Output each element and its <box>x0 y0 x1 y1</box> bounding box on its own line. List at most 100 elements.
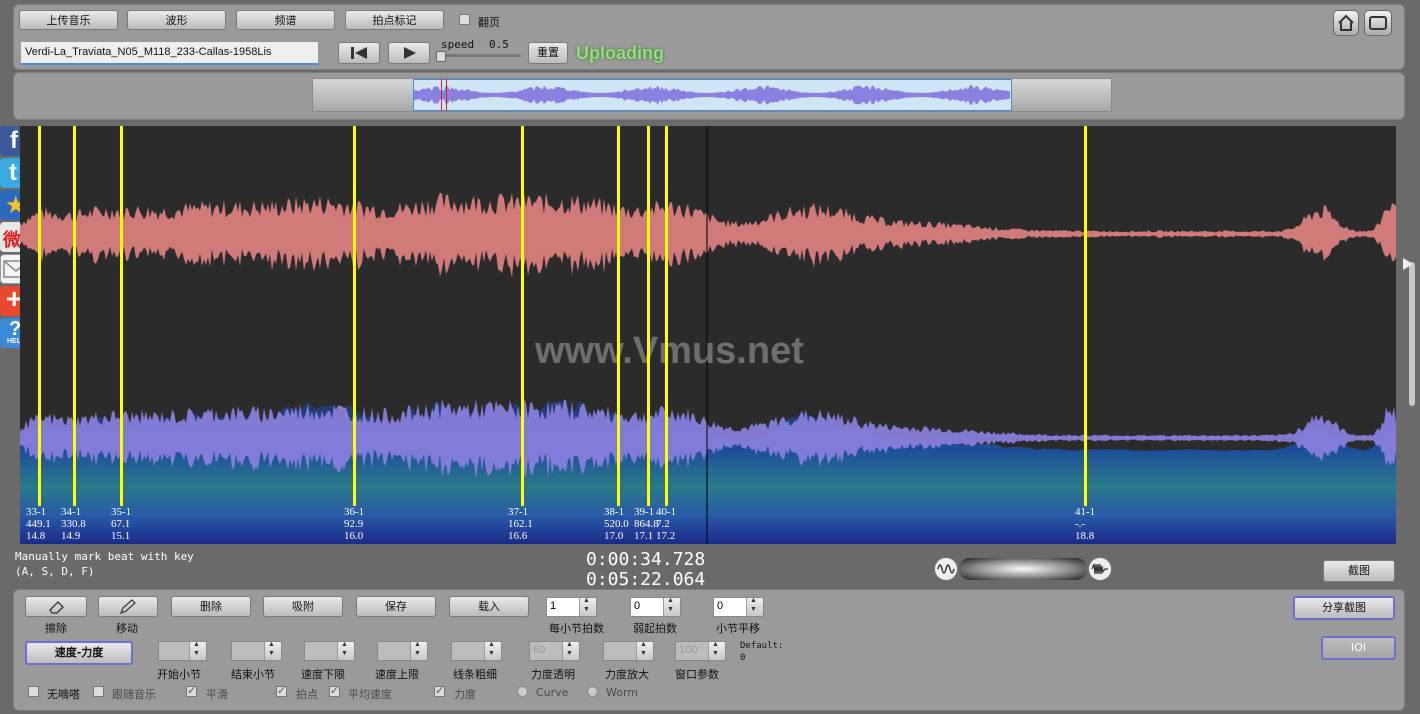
main-display[interactable]: www.Vmus.net <box>20 126 1396 544</box>
smooth-label: 平滑 <box>206 688 228 701</box>
beat-line[interactable] <box>521 126 524 506</box>
beat-label: 33-1 449.1 14.8 <box>26 506 51 542</box>
speed-value: 0.5 <box>489 38 509 51</box>
worm-radio[interactable] <box>587 686 598 697</box>
beat-label: 拍点 <box>296 688 318 701</box>
page-flip-label: 翻页 <box>478 16 500 29</box>
tempo-min-label: 速度下限 <box>301 668 345 681</box>
load-button[interactable]: 载入 <box>449 596 529 617</box>
pen-icon <box>119 599 136 615</box>
zoom-slider[interactable] <box>959 558 1087 580</box>
dynamics-alpha-label: 力度透明 <box>531 668 575 681</box>
speed-slider-thumb[interactable] <box>436 51 446 62</box>
zoom-out-wave-icon[interactable] <box>934 557 958 581</box>
window-icon[interactable] <box>1364 10 1392 36</box>
curve-radio[interactable] <box>517 686 528 697</box>
overview-viewport[interactable] <box>413 79 1012 111</box>
no-click-label: 无嘀嗒 <box>47 688 80 701</box>
beat-line[interactable] <box>120 126 123 506</box>
spectrum-button[interactable]: 频谱 <box>236 10 335 30</box>
page-flip-checkbox[interactable] <box>459 14 470 25</box>
line-width-label: 线条粗细 <box>453 668 497 681</box>
dynamics-checkbox[interactable] <box>434 684 445 697</box>
smooth-checkbox[interactable] <box>186 684 197 697</box>
beat-label: 35-1 67.1 15.1 <box>111 506 132 542</box>
no-click-checkbox[interactable] <box>28 686 39 697</box>
tempo-max-label: 速度上限 <box>375 668 419 681</box>
dynamics-label: 力度 <box>454 688 476 701</box>
hint-line2: (A, S, D, F) <box>15 565 95 578</box>
watermark: www.Vmus.net <box>535 330 804 372</box>
beat-line[interactable] <box>73 126 76 506</box>
play-icon <box>404 47 416 59</box>
dynamics-zoom-label: 力度放大 <box>605 668 649 681</box>
tempo-min-stepper[interactable] <box>304 641 355 661</box>
hint-line1: Manually mark beat with key <box>15 550 194 563</box>
beat-line[interactable] <box>38 126 41 506</box>
start-bar-stepper[interactable] <box>158 641 207 661</box>
line-width-stepper[interactable] <box>451 641 502 661</box>
move-label: 移动 <box>116 622 138 635</box>
file-name-text: Verdi-La_Traviata_N05_M118_233-Callas-19… <box>25 46 272 58</box>
beat-line[interactable] <box>647 126 650 506</box>
window-param-label: 窗口参数 <box>675 668 719 681</box>
beats-per-bar-label: 每小节拍数 <box>549 622 604 635</box>
beat-line[interactable] <box>353 126 356 506</box>
home-icon[interactable] <box>1333 10 1359 36</box>
end-bar-stepper[interactable] <box>231 641 282 661</box>
waveform-button[interactable]: 波形 <box>127 10 226 30</box>
ioi-button[interactable]: IOI <box>1321 636 1396 660</box>
share-screenshot-button[interactable]: 分享截图 <box>1293 596 1395 620</box>
beat-label: 36-1 92.9 16.0 <box>344 506 365 542</box>
current-time: 0:00:34.728 <box>586 549 706 570</box>
window-param-stepper[interactable]: 100 <box>675 641 726 661</box>
curve-radio-label: Curve <box>536 686 569 699</box>
dynamics-alpha-stepper[interactable]: 50 <box>529 641 580 661</box>
delete-button[interactable]: 删除 <box>171 596 251 617</box>
upload-music-button[interactable]: 上传音乐 <box>19 10 118 30</box>
play-button[interactable] <box>388 42 430 64</box>
default-label: Default: <box>740 641 784 651</box>
vertical-scrollbar[interactable] <box>1409 262 1415 406</box>
total-time: 0:05:22.064 <box>586 569 706 590</box>
snap-button[interactable]: 吸附 <box>263 596 343 617</box>
pickup-stepper[interactable]: 0 <box>630 597 681 617</box>
erase-button[interactable] <box>25 596 87 617</box>
beat-checkbox[interactable] <box>276 684 287 697</box>
beat-line[interactable] <box>617 126 620 506</box>
overview-waveform <box>414 85 1010 105</box>
end-bar-label: 结束小节 <box>231 668 275 681</box>
beat-mark-button[interactable]: 拍点标记 <box>345 10 444 30</box>
scroll-arrow-icon[interactable] <box>1403 258 1413 270</box>
beat-label: 34-1 330.8 14.9 <box>61 506 86 542</box>
screenshot-button[interactable]: 截图 <box>1323 560 1395 582</box>
skip-to-start-button[interactable] <box>338 42 380 64</box>
speed-slider[interactable] <box>439 54 521 57</box>
beat-label: 41-1 -.- 18.8 <box>1075 506 1096 542</box>
dynamics-zoom-stepper[interactable] <box>603 641 654 661</box>
beat-line[interactable] <box>665 126 668 506</box>
worm-radio-label: Worm <box>606 686 639 699</box>
beats-per-bar-stepper[interactable]: 1 <box>546 597 597 617</box>
save-button[interactable]: 保存 <box>356 596 436 617</box>
erase-label: 擦除 <box>45 622 67 635</box>
zoom-in-wave-icon[interactable] <box>1088 557 1112 581</box>
speed-label: speed <box>441 38 475 51</box>
move-button[interactable] <box>98 596 158 617</box>
avg-tempo-checkbox[interactable] <box>329 684 340 697</box>
tempo-max-stepper[interactable] <box>377 641 428 661</box>
beat-label: 37-1 162.1 16.6 <box>508 506 533 542</box>
bar-shift-label: 小节平移 <box>716 622 760 635</box>
beat-label: 40-1 7.2 17.2 <box>656 506 677 542</box>
avg-tempo-label: 平均速度 <box>348 688 392 701</box>
tempo-dynamics-mode-button[interactable]: 速度-力度 <box>25 641 133 665</box>
file-name-field[interactable]: Verdi-La_Traviata_N05_M118_233-Callas-19… <box>20 41 319 65</box>
beat-line[interactable] <box>1084 126 1087 506</box>
beat-label: 38-1 520.0 17.0 <box>604 506 629 542</box>
skip-back-icon <box>351 47 367 59</box>
overview-playhead[interactable] <box>441 79 447 111</box>
pickup-label: 弱起拍数 <box>633 622 677 635</box>
bar-shift-stepper[interactable]: 0 <box>713 597 764 617</box>
reset-button[interactable]: 重置 <box>528 42 568 64</box>
follow-music-checkbox[interactable] <box>93 686 104 697</box>
